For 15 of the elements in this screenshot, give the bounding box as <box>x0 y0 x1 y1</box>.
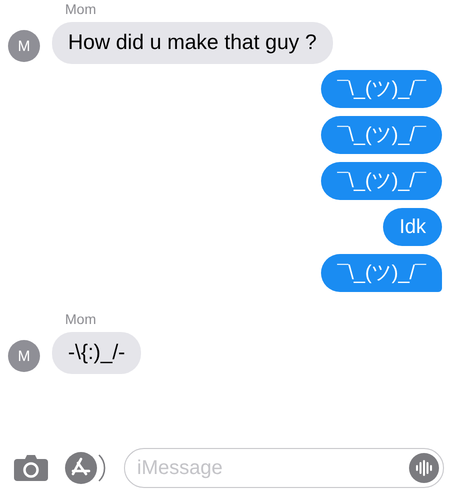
message-bubble: -\{:)_/- <box>52 332 142 374</box>
camera-icon[interactable] <box>14 454 48 482</box>
message-bubble: ¯\_(ツ)_/¯ <box>321 70 442 108</box>
sender-name: Mom <box>65 310 98 328</box>
message-bubble: ¯\_(ツ)_/¯ <box>321 254 442 292</box>
message-bubble: ¯\_(ツ)_/¯ <box>321 116 442 154</box>
avatar: M <box>8 340 40 372</box>
message-bubble: ¯\_(ツ)_/¯ <box>321 162 442 200</box>
voice-icon[interactable] <box>409 453 439 483</box>
sender-name: Mom <box>65 0 98 18</box>
message-field[interactable]: iMessage <box>124 448 444 488</box>
message-bubble: How did u make that guy ? <box>52 22 333 64</box>
avatar: M <box>8 30 40 62</box>
app-store-icon[interactable] <box>64 451 108 485</box>
message-bubble: Idk <box>383 208 442 246</box>
